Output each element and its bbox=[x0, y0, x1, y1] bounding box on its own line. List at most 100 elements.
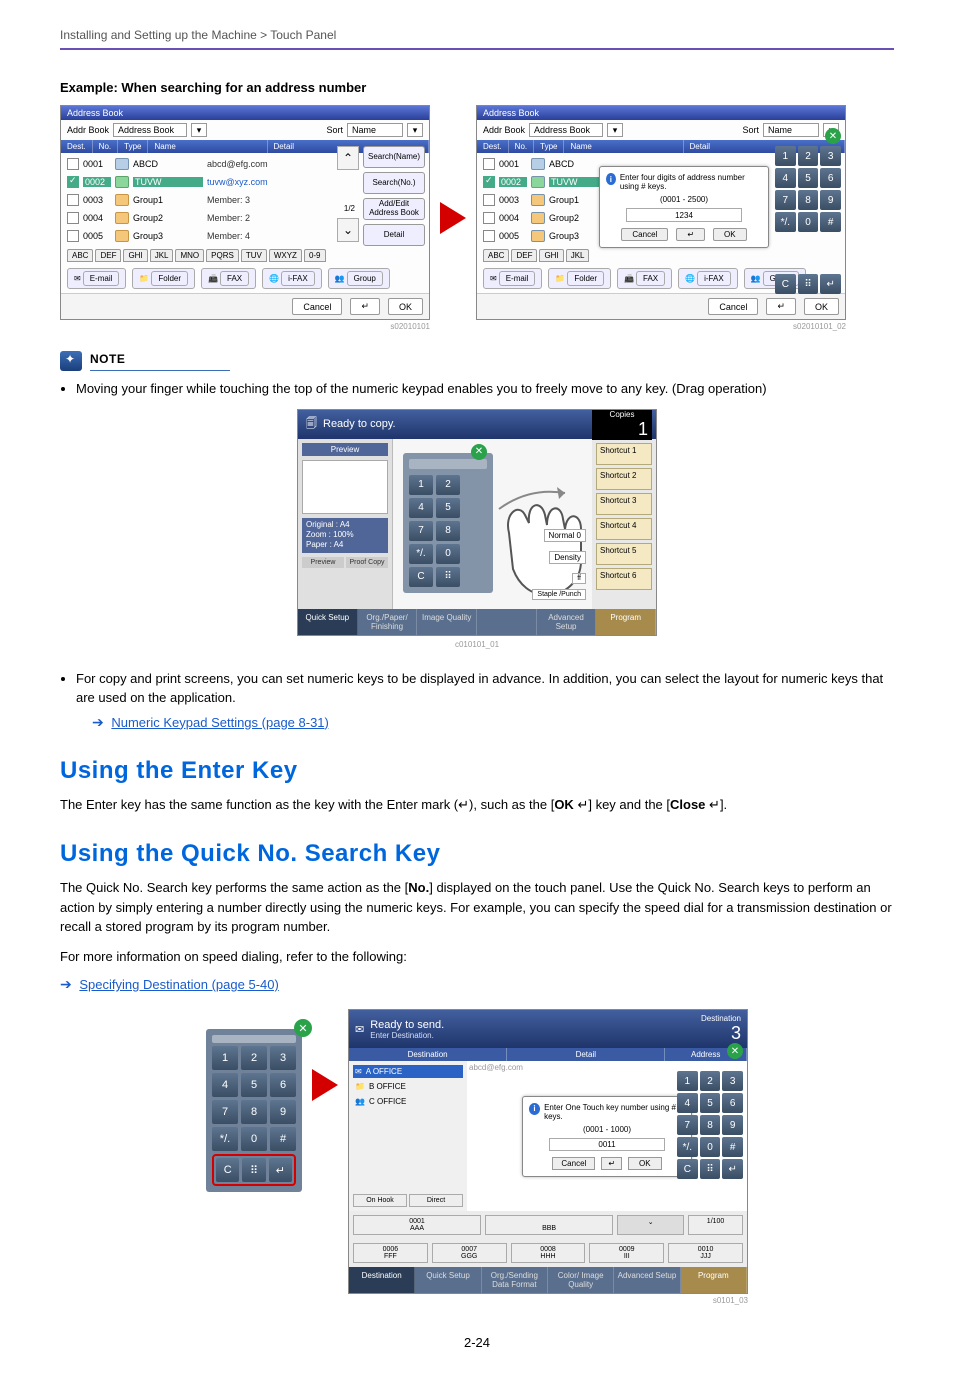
key-1[interactable]: 1 bbox=[409, 475, 433, 495]
specifying-destination-link[interactable]: Specifying Destination (page 5-40) bbox=[79, 977, 278, 992]
normal-tag[interactable]: Normal 0 bbox=[544, 529, 586, 542]
key-8[interactable]: 8 bbox=[241, 1100, 267, 1124]
tab-image-quality[interactable]: Image Quality bbox=[417, 609, 477, 635]
popup-ok-button[interactable]: OK bbox=[713, 228, 747, 241]
tab-org-paper[interactable]: Org./Paper/ Finishing bbox=[358, 609, 418, 635]
proof-copy-button[interactable]: Proof Copy bbox=[346, 557, 388, 568]
key-star[interactable]: */. bbox=[677, 1137, 698, 1157]
off-tag[interactable]: ff bbox=[572, 573, 586, 584]
key-clear[interactable]: C bbox=[409, 567, 433, 587]
popup-value[interactable]: 1234 bbox=[626, 208, 742, 222]
scroll-arrows[interactable]: ⌃ ⌄ bbox=[337, 146, 359, 242]
key-enter[interactable]: ↵ bbox=[722, 1159, 743, 1179]
enter-icon[interactable]: ↵ bbox=[766, 298, 796, 315]
key-3[interactable]: 3 bbox=[820, 146, 841, 166]
density-tag[interactable]: Density bbox=[549, 551, 586, 564]
key-8[interactable]: 8 bbox=[700, 1115, 721, 1135]
key-1[interactable]: 1 bbox=[212, 1046, 238, 1070]
popup-enter-icon[interactable]: ↵ bbox=[601, 1157, 622, 1170]
key-6[interactable]: 6 bbox=[270, 1073, 296, 1097]
key-4[interactable]: 4 bbox=[212, 1073, 238, 1097]
key-enter[interactable]: ↵ bbox=[269, 1158, 292, 1182]
ifax-icon[interactable]: 🌐 i-FAX bbox=[262, 268, 322, 289]
key-9[interactable]: 9 bbox=[820, 190, 841, 210]
one-touch-key[interactable]: 0001AAA bbox=[353, 1215, 481, 1235]
key-7[interactable]: 7 bbox=[212, 1100, 238, 1124]
key-hash[interactable]: # bbox=[722, 1137, 743, 1157]
tab-color[interactable]: Color/ Image Quality bbox=[548, 1267, 614, 1293]
ok-button[interactable]: OK bbox=[804, 298, 839, 315]
key-4[interactable]: 4 bbox=[775, 168, 796, 188]
one-touch-row[interactable]: 0001AAA BBB ⌄ 1/100 bbox=[349, 1211, 747, 1239]
standalone-numpad[interactable]: ✕ 1 2 3 4 5 6 7 8 9 */. 0 # C ⠿ ↵ bbox=[206, 1029, 302, 1192]
key-3[interactable]: 3 bbox=[270, 1046, 296, 1070]
addr-book-select[interactable]: Address Book bbox=[529, 123, 603, 137]
cancel-button[interactable]: Cancel bbox=[292, 298, 342, 315]
one-touch-key[interactable]: 0008HHH bbox=[511, 1243, 586, 1263]
key-5[interactable]: 5 bbox=[798, 168, 819, 188]
drag-handle-icon[interactable] bbox=[212, 1035, 296, 1043]
addr-book-dropdown-icon[interactable]: ▾ bbox=[607, 123, 623, 137]
key-grid-icon[interactable]: ⠿ bbox=[798, 274, 819, 294]
cancel-button[interactable]: Cancel bbox=[708, 298, 758, 315]
one-touch-key[interactable]: 0010JJJ bbox=[668, 1243, 743, 1263]
close-icon[interactable]: ✕ bbox=[825, 128, 841, 144]
folder-icon[interactable]: 📁 Folder bbox=[132, 268, 195, 289]
key-clear[interactable]: C bbox=[216, 1158, 239, 1182]
fax-icon[interactable]: 📠 FAX bbox=[201, 268, 256, 289]
key-2[interactable]: 2 bbox=[798, 146, 819, 166]
key-hash[interactable]: # bbox=[270, 1127, 296, 1151]
ok-button[interactable]: OK bbox=[388, 298, 423, 315]
key-0[interactable]: 0 bbox=[798, 212, 819, 232]
numeric-keypad-settings-link[interactable]: Numeric Keypad Settings (page 8-31) bbox=[111, 715, 329, 730]
sort-select[interactable]: Name bbox=[347, 123, 403, 137]
key-0[interactable]: 0 bbox=[700, 1137, 721, 1157]
key-6[interactable]: 6 bbox=[722, 1093, 743, 1113]
staple-tag[interactable]: Staple /Punch bbox=[532, 589, 586, 600]
alpha-tabs[interactable]: ABCDEFGHIJKL bbox=[477, 247, 845, 264]
key-1[interactable]: 1 bbox=[775, 146, 796, 166]
tab-advanced[interactable]: Advanced Setup bbox=[614, 1267, 680, 1293]
key-grid-icon[interactable]: ⠿ bbox=[242, 1158, 265, 1182]
key-star[interactable]: */. bbox=[775, 212, 796, 232]
search-no-button[interactable]: Search(No.) bbox=[363, 172, 425, 194]
key-6[interactable]: 6 bbox=[820, 168, 841, 188]
tab-quick-setup[interactable]: Quick Setup bbox=[415, 1267, 481, 1293]
key-star[interactable]: */. bbox=[409, 544, 433, 564]
key-9[interactable]: 9 bbox=[722, 1115, 743, 1135]
one-touch-key[interactable]: BBB bbox=[485, 1215, 613, 1235]
numeric-keypad-extra[interactable]: C ⠿ ↵ bbox=[775, 274, 841, 294]
type-filter-buttons[interactable]: ✉ E-mail 📁 Folder 📠 FAX 🌐 i-FAX 👥 Group bbox=[61, 264, 429, 293]
key-8[interactable]: 8 bbox=[798, 190, 819, 210]
key-5[interactable]: 5 bbox=[241, 1073, 267, 1097]
send-dest-row[interactable]: 👥C OFFICE bbox=[353, 1095, 463, 1108]
numeric-keypad[interactable]: 1 2 3 4 5 6 7 8 9 */. 0 # bbox=[775, 146, 841, 232]
popup-ok-button[interactable]: OK bbox=[628, 1157, 662, 1170]
fax-icon[interactable]: 📠 FAX bbox=[617, 268, 672, 289]
key-clear[interactable]: C bbox=[775, 274, 796, 294]
key-grid-icon[interactable]: ⠿ bbox=[436, 567, 460, 587]
send-dest-row[interactable]: ✉A OFFICE bbox=[353, 1065, 463, 1078]
key-5[interactable]: 5 bbox=[436, 498, 460, 518]
folder-icon[interactable]: 📁 Folder bbox=[548, 268, 611, 289]
popup-cancel-button[interactable]: Cancel bbox=[621, 228, 668, 241]
key-5[interactable]: 5 bbox=[700, 1093, 721, 1113]
popup-cancel-button[interactable]: Cancel bbox=[552, 1157, 595, 1170]
key-clear[interactable]: C bbox=[677, 1159, 698, 1179]
key-2[interactable]: 2 bbox=[436, 475, 460, 495]
tab-destination[interactable]: Destination bbox=[349, 1267, 415, 1293]
copy-tabs[interactable]: Quick Setup Org./Paper/ Finishing Image … bbox=[298, 609, 656, 635]
one-touch-key[interactable]: 0006FFF bbox=[353, 1243, 428, 1263]
key-7[interactable]: 7 bbox=[677, 1115, 698, 1135]
scroll-up-icon[interactable]: ⌃ bbox=[337, 146, 359, 170]
on-hook-button[interactable]: On Hook bbox=[353, 1194, 407, 1207]
direct-button[interactable]: Direct bbox=[409, 1194, 463, 1207]
tab-blank[interactable] bbox=[477, 609, 537, 635]
scroll-down-icon[interactable]: ⌄ bbox=[337, 218, 359, 242]
sort-select[interactable]: Name bbox=[763, 123, 819, 137]
key-3[interactable]: 3 bbox=[722, 1071, 743, 1091]
key-2[interactable]: 2 bbox=[700, 1071, 721, 1091]
popup-value[interactable]: 0011 bbox=[549, 1138, 665, 1151]
key-star[interactable]: */. bbox=[212, 1127, 238, 1151]
addr-book-select[interactable]: Address Book bbox=[113, 123, 187, 137]
